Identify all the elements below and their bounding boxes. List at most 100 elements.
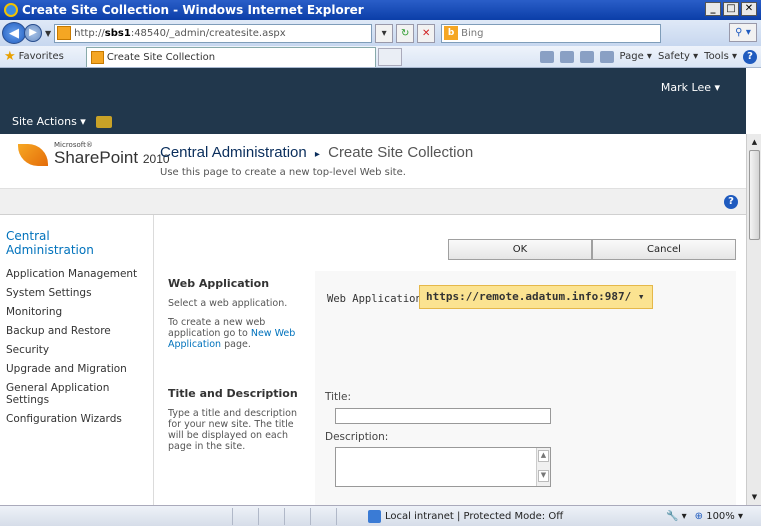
protected-mode-icon[interactable]: 🔧 ▾ xyxy=(666,511,687,522)
status-right: 🔧 ▾ ⊕ 100% ▾ xyxy=(666,511,761,522)
search-button[interactable]: ⚲ ▾ xyxy=(729,23,757,42)
window-title-bar: Create Site Collection - Windows Interne… xyxy=(0,0,761,20)
web-application-select[interactable]: https://remote.adatum.info:987/ ▾ xyxy=(419,285,653,309)
window-controls: _ □ ✕ xyxy=(705,2,757,16)
left-navigation: Central Administration Application Manag… xyxy=(0,215,154,505)
scroll-up-icon[interactable]: ▲ xyxy=(538,450,549,462)
description-label: Description: xyxy=(325,431,389,443)
refresh-button[interactable]: ↻ xyxy=(396,23,415,43)
stop-button[interactable]: ✕ xyxy=(417,23,436,43)
main-content: OK Cancel Web Application Select a web a… xyxy=(155,215,746,505)
tab-favicon-icon xyxy=(90,50,104,64)
help-suffix: page. xyxy=(221,339,251,350)
breadcrumb-root[interactable]: Central Administration xyxy=(160,144,307,161)
page-title: Create Site Collection xyxy=(328,144,474,161)
tools-menu[interactable]: Tools ▾ xyxy=(704,51,737,62)
title-description-help: Type a title and description for your ne… xyxy=(168,408,297,452)
command-bar: Page ▾ Safety ▾ Tools ▾ ? xyxy=(539,49,761,64)
mail-icon[interactable] xyxy=(579,50,594,63)
new-tab-button[interactable] xyxy=(377,47,402,66)
page-description: Use this page to create a new top-level … xyxy=(160,167,406,178)
home-icon[interactable] xyxy=(539,50,554,63)
web-application-label: Web Application: xyxy=(327,293,429,305)
site-actions-menu[interactable]: Site Actions ▾ xyxy=(12,115,112,128)
favorites-star-icon[interactable]: ★ xyxy=(4,49,16,64)
nav-item-system-settings[interactable]: System Settings xyxy=(6,284,137,303)
status-cell xyxy=(336,507,362,525)
nav-list: Application Management System Settings M… xyxy=(6,265,137,429)
feeds-icon[interactable] xyxy=(559,50,574,63)
title-description-section-fields: Title: Description: ▲ ▼ xyxy=(315,381,736,505)
title-field[interactable] xyxy=(335,408,551,424)
minimize-button[interactable]: _ xyxy=(705,2,721,16)
help-info-icon[interactable]: ? xyxy=(724,195,738,209)
forward-button[interactable]: ▶ xyxy=(24,24,42,42)
status-cell xyxy=(258,507,284,525)
status-cell xyxy=(310,507,336,525)
status-cells xyxy=(232,507,362,525)
scroll-thumb[interactable] xyxy=(749,150,760,240)
title-description-section-info: Title and Description Type a title and d… xyxy=(155,381,315,505)
zoom-level: 100% xyxy=(706,510,735,522)
logo-name: SharePoint xyxy=(54,148,139,167)
site-favicon-icon xyxy=(57,26,72,40)
scroll-up-arrow-icon[interactable]: ▲ xyxy=(749,136,760,148)
zoom-icon: ⊕ xyxy=(694,510,704,522)
history-dropdown-icon[interactable]: ▼ xyxy=(45,29,51,38)
help-icon[interactable]: ? xyxy=(743,49,757,64)
nav-item-general-application-settings[interactable]: General Application Settings xyxy=(6,379,126,410)
scroll-down-icon[interactable]: ▼ xyxy=(538,470,549,482)
security-zone-text[interactable]: Local intranet | Protected Mode: Off xyxy=(385,511,563,522)
search-placeholder: Bing xyxy=(461,27,484,39)
status-cell xyxy=(284,507,310,525)
close-button[interactable]: ✕ xyxy=(741,2,757,16)
url-host: sbs1 xyxy=(104,27,131,39)
url-field[interactable]: http://sbs1:48540/_admin/createsite.aspx xyxy=(54,23,373,43)
nav-item-security[interactable]: Security xyxy=(6,341,137,360)
web-application-heading: Web Application xyxy=(168,277,270,290)
bing-icon: b xyxy=(444,26,459,40)
url-dropdown-button[interactable]: ▾ xyxy=(375,23,394,43)
web-application-help-2: To create a new web application go to Ne… xyxy=(168,317,303,350)
nav-item-backup-and-restore[interactable]: Backup and Restore xyxy=(6,322,137,341)
web-application-section-fields: Web Application: https://remote.adatum.i… xyxy=(315,271,736,381)
back-button[interactable]: ◀ xyxy=(2,22,26,44)
page-header: Microsoft® SharePoint 2010 Central Admin… xyxy=(0,134,746,189)
page-menu[interactable]: Page ▾ xyxy=(620,51,652,62)
safety-menu[interactable]: Safety ▾ xyxy=(658,51,698,62)
address-bar: ◀ ▶ ▼ http://sbs1:48540/_admin/createsit… xyxy=(0,20,761,46)
sharepoint-ribbon: Site Actions ▾ Mark Lee ▾ xyxy=(0,68,746,134)
status-bar: Local intranet | Protected Mode: Off 🔧 ▾… xyxy=(0,505,761,526)
favorites-bar: ★ Favorites Create Site Collection Page … xyxy=(0,46,761,68)
ok-button[interactable]: OK xyxy=(448,239,592,260)
favorites-button[interactable]: Favorites xyxy=(19,51,64,62)
url-path: :48540/_admin/createsite.aspx xyxy=(130,27,286,39)
breadcrumb: Central Administration ▸ Create Site Col… xyxy=(160,144,473,161)
page-scrollbar[interactable]: ▲ ▼ xyxy=(746,134,761,505)
cancel-button[interactable]: Cancel xyxy=(592,239,736,260)
nav-item-monitoring[interactable]: Monitoring xyxy=(6,303,137,322)
print-icon[interactable] xyxy=(599,50,614,63)
user-menu[interactable]: Mark Lee ▾ xyxy=(661,81,720,94)
status-cell xyxy=(232,507,258,525)
nav-title-central-administration[interactable]: Central Administration xyxy=(6,229,116,257)
nav-item-upgrade-and-migration[interactable]: Upgrade and Migration xyxy=(6,360,137,379)
logo-text: SharePoint 2010 xyxy=(54,148,170,168)
maximize-button[interactable]: □ xyxy=(723,2,739,16)
description-scrollbar[interactable]: ▲ ▼ xyxy=(536,448,550,486)
ie-logo-icon xyxy=(4,3,18,17)
sharepoint-logo-icon xyxy=(18,144,48,166)
scroll-down-arrow-icon[interactable]: ▼ xyxy=(749,491,760,503)
info-strip: ? xyxy=(0,189,746,215)
intranet-zone-icon xyxy=(368,509,381,523)
window-title: Create Site Collection - Windows Interne… xyxy=(22,3,364,17)
url-prefix: http:// xyxy=(74,27,105,39)
search-input[interactable]: b Bing xyxy=(441,23,662,43)
zoom-control[interactable]: ⊕ 100% ▾ xyxy=(695,511,743,522)
nav-item-application-management[interactable]: Application Management xyxy=(6,265,137,284)
navigate-up-icon[interactable] xyxy=(95,115,112,128)
tab-create-site-collection[interactable]: Create Site Collection xyxy=(85,46,376,67)
nav-item-configuration-wizards[interactable]: Configuration Wizards xyxy=(6,410,137,429)
breadcrumb-separator: ▸ xyxy=(314,149,320,160)
description-field[interactable]: ▲ ▼ xyxy=(335,447,551,487)
